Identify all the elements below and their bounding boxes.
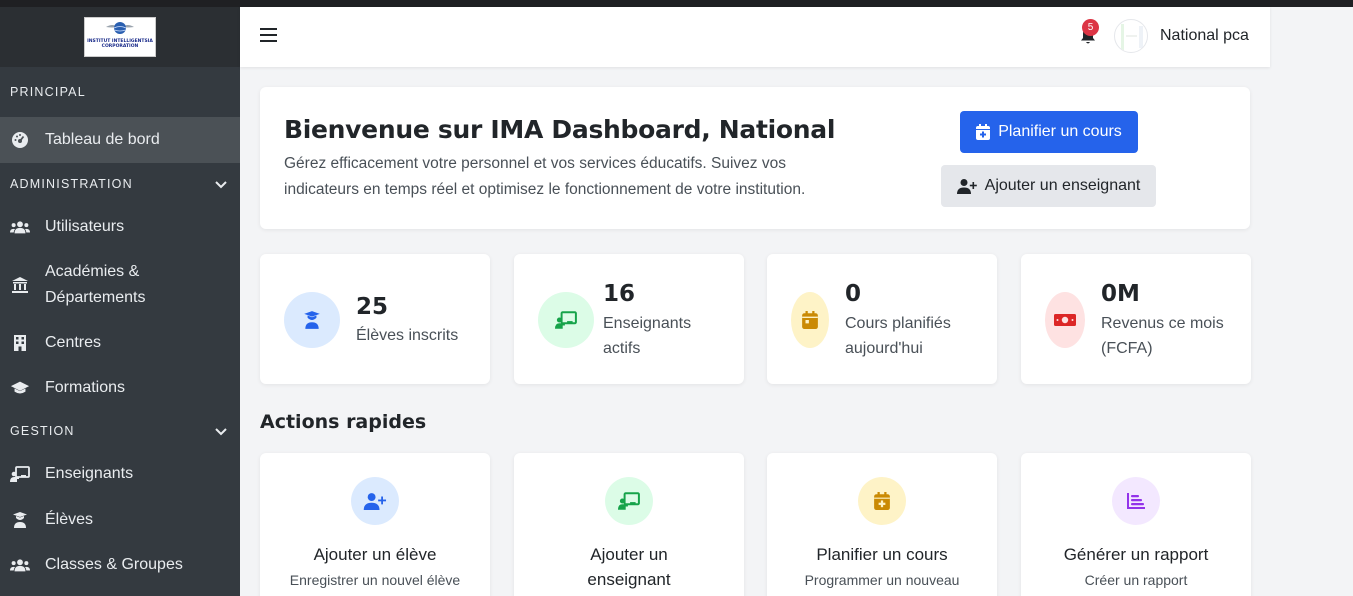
- chalkboard-teacher-icon: [10, 464, 30, 484]
- sidebar-item-formations[interactable]: Formations: [0, 366, 240, 410]
- user-name[interactable]: National pca: [1160, 27, 1249, 45]
- quick-action-add-student[interactable]: Ajouter un élève Enregistrer un nouvel é…: [260, 453, 490, 596]
- stat-card-students: 25 Élèves inscrits: [260, 254, 490, 384]
- calendar-plus-icon: [976, 124, 991, 140]
- student-icon: [10, 510, 30, 530]
- chart-bar-icon: [1112, 477, 1160, 525]
- sidebar-item-dashboard[interactable]: Tableau de bord: [0, 117, 240, 163]
- sidebar-item-label: Tableau de bord: [45, 131, 160, 148]
- chevron-down-icon: [215, 180, 227, 188]
- globe-wings-icon: [106, 22, 134, 34]
- sidebar-item-label: Formations: [45, 379, 126, 396]
- sidebar-item-label: Élèves: [45, 510, 94, 528]
- chalkboard-teacher-icon: [538, 292, 594, 348]
- sidebar-item-label: Enseignants: [45, 465, 134, 482]
- stat-card-revenue: 0M Revenus ce mois (FCFA): [1021, 254, 1251, 384]
- quick-action-description: Créer un rapport: [1084, 572, 1188, 588]
- quick-action-title: Ajouter un élève: [313, 545, 437, 564]
- sidebar-item-classes[interactable]: Classes & Groupes: [0, 543, 240, 587]
- academies-line-2: Départements: [45, 289, 146, 306]
- quick-actions-title: Actions rapides: [260, 411, 427, 433]
- notification-badge: 5: [1082, 19, 1099, 36]
- stat-card-courses: 0 Cours planifiés aujourd'hui: [767, 254, 997, 384]
- building-icon: [10, 333, 30, 353]
- money-bill-icon: [1045, 292, 1085, 348]
- welcome-description: Gérez efficacement votre personnel et vo…: [284, 151, 844, 203]
- sidebar-item-label: Centres: [45, 334, 102, 351]
- page-title: Bienvenue sur IMA Dashboard, National: [284, 115, 836, 144]
- quick-action-title: Générer un rapport: [1063, 545, 1209, 564]
- quick-action-plan-course[interactable]: Planifier un cours Programmer un nouveau: [767, 453, 997, 596]
- section-gestion[interactable]: GESTION: [0, 410, 240, 452]
- section-administration-label: ADMINISTRATION: [10, 176, 133, 191]
- welcome-description-line-2: indicateurs en temps réel et optimisez l…: [284, 181, 806, 198]
- stat-label: Enseignants actifs: [603, 315, 692, 357]
- calendar-plus-icon: [858, 477, 906, 525]
- section-gestion-label: GESTION: [10, 424, 75, 438]
- sidebar-item-label: Utilisateurs: [45, 218, 125, 235]
- section-administration[interactable]: ADMINISTRATION: [0, 163, 240, 204]
- browser-top-strip: [0, 0, 1353, 7]
- quick-action-description: Programmer un nouveau: [804, 572, 960, 588]
- logo-area: INSTITUT INTELLIGENTSIA CORPORATION: [0, 7, 240, 67]
- plan-course-button[interactable]: Planifier un cours: [960, 111, 1138, 153]
- top-navbar: 5 National pca: [240, 7, 1270, 67]
- sidebar-item-academies[interactable]: Académies & Départements: [0, 250, 240, 320]
- sidebar-item-users[interactable]: Utilisateurs: [0, 204, 240, 250]
- institution-logo[interactable]: INSTITUT INTELLIGENTSIA CORPORATION: [84, 17, 156, 57]
- users-group-icon: [10, 555, 30, 575]
- graduation-cap-icon: [10, 378, 30, 398]
- stat-card-teachers: 16 Enseignants actifs: [514, 254, 744, 384]
- user-plus-icon: [956, 178, 977, 194]
- sidebar-item-enseignants[interactable]: Enseignants: [0, 452, 240, 496]
- sidebar-item-label: Classes & Groupes: [45, 556, 183, 573]
- welcome-description-line-1: Gérez efficacement votre personnel et vo…: [284, 155, 786, 172]
- quick-action-add-teacher[interactable]: Ajouter un enseignant: [514, 453, 744, 596]
- calendar-icon: [791, 292, 829, 348]
- chalkboard-teacher-icon: [605, 477, 653, 525]
- sidebar: INSTITUT INTELLIGENTSIA CORPORATION PRINC…: [0, 7, 240, 596]
- welcome-card: Bienvenue sur IMA Dashboard, National Gé…: [260, 87, 1250, 229]
- user-plus-icon: [351, 477, 399, 525]
- sidebar-item-eleves[interactable]: Élèves: [0, 496, 240, 543]
- add-teacher-button[interactable]: Ajouter un enseignant: [941, 165, 1156, 207]
- sidebar-item-centres[interactable]: Centres: [0, 320, 240, 366]
- dashboard-gauge-icon: [10, 130, 30, 150]
- stat-value: 0: [845, 281, 862, 307]
- stat-label: Cours planifiés aujourd'hui: [845, 315, 951, 357]
- student-icon: [284, 292, 340, 348]
- stat-value: 16: [603, 281, 636, 307]
- quick-action-title: Ajouter un enseignant: [587, 545, 671, 589]
- stat-value: 25: [356, 294, 389, 320]
- stat-label: Revenus ce mois (FCFA): [1101, 315, 1224, 357]
- quick-action-title: Planifier un cours: [816, 545, 948, 564]
- users-icon: [10, 217, 30, 237]
- sidebar-item-label: Académies & Départements: [45, 259, 146, 311]
- chevron-down-icon: [215, 428, 227, 436]
- institution-building-icon: [10, 275, 30, 295]
- quick-action-description: Enregistrer un nouvel élève: [289, 572, 461, 588]
- stat-label: Élèves inscrits: [356, 327, 459, 344]
- logo-wordmark: INSTITUT INTELLIGENTSIA CORPORATION: [87, 39, 153, 49]
- plan-course-button-label: Planifier un cours: [998, 123, 1122, 140]
- stat-value: 0M: [1101, 281, 1140, 307]
- add-teacher-button-label: Ajouter un enseignant: [984, 177, 1141, 194]
- avatar[interactable]: [1114, 19, 1148, 53]
- menu-toggle-icon[interactable]: [260, 28, 277, 44]
- section-principal: PRINCIPAL: [10, 85, 86, 99]
- academies-line-1: Académies &: [45, 263, 140, 280]
- quick-action-generate-report[interactable]: Générer un rapport Créer un rapport: [1021, 453, 1251, 596]
